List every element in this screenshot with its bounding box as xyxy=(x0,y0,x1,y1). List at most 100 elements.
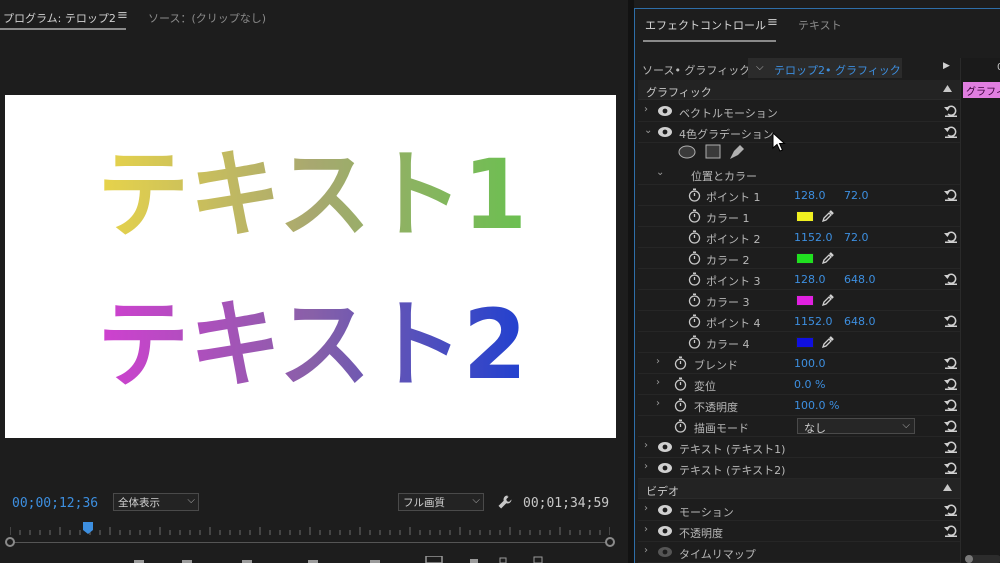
reset-icon[interactable] xyxy=(944,503,958,516)
reset-icon[interactable] xyxy=(944,461,958,474)
param-blend-mode[interactable]: 描画モード なし ⌵ xyxy=(638,416,960,437)
color-swatch[interactable] xyxy=(796,337,814,348)
reset-icon[interactable] xyxy=(944,524,958,537)
param-value-y[interactable]: 648.0 xyxy=(844,273,876,286)
color-swatch[interactable] xyxy=(796,295,814,306)
tab-effect-controls[interactable]: エフェクトコントロール xyxy=(645,17,766,33)
eyedropper-icon[interactable] xyxy=(821,293,835,307)
param-value-x[interactable]: 1152.0 xyxy=(794,231,833,244)
effect-four-color-gradient[interactable]: ⌄ 4色グラデーション xyxy=(638,122,960,143)
ellipse-mask-icon[interactable] xyxy=(678,145,696,159)
stopwatch-icon[interactable] xyxy=(688,314,701,328)
param-value-y[interactable]: 648.0 xyxy=(844,315,876,328)
section-video[interactable]: ビデオ xyxy=(638,479,960,499)
eye-icon[interactable] xyxy=(658,442,672,452)
chevron-right-icon[interactable]: › xyxy=(644,104,648,115)
param-color-2[interactable]: カラー 2 xyxy=(638,248,960,269)
effect-text-layer-2[interactable]: › テキスト (テキスト2) xyxy=(638,458,960,479)
eye-icon[interactable] xyxy=(658,106,672,116)
group-position-and-color[interactable]: ⌄ 位置とカラー xyxy=(638,164,960,185)
param-value-x[interactable]: 1152.0 xyxy=(794,315,833,328)
eye-icon[interactable] xyxy=(658,547,672,557)
chevron-right-icon[interactable]: › xyxy=(644,440,648,451)
collapse-up-icon[interactable] xyxy=(943,484,952,491)
chevron-right-icon[interactable]: › xyxy=(656,377,660,388)
color-swatch[interactable] xyxy=(796,211,814,222)
chevron-down-icon[interactable]: ⌄ xyxy=(656,167,664,178)
tab-text[interactable]: テキスト xyxy=(798,17,842,33)
param-blend[interactable]: › ブレンド 100.0 xyxy=(638,353,960,374)
current-timecode[interactable]: 00;00;12;36 xyxy=(12,496,98,511)
reset-icon[interactable] xyxy=(944,230,958,243)
reset-icon[interactable] xyxy=(944,314,958,327)
chevron-right-icon[interactable]: › xyxy=(644,503,648,514)
chevron-right-icon[interactable]: › xyxy=(656,398,660,409)
panel-menu-icon[interactable]: ≡ xyxy=(117,8,128,23)
stopwatch-icon[interactable] xyxy=(688,251,701,265)
param-point-4[interactable]: ポイント 4 1152.0 648.0 xyxy=(638,311,960,332)
time-ruler[interactable] xyxy=(10,521,610,535)
param-value[interactable]: 0.0 % xyxy=(794,378,825,391)
chevron-right-icon[interactable]: › xyxy=(644,524,648,535)
stopwatch-icon[interactable] xyxy=(674,377,687,391)
param-jitter[interactable]: › 変位 0.0 % xyxy=(638,374,960,395)
param-point-3[interactable]: ポイント 3 128.0 648.0 xyxy=(638,269,960,290)
tab-source-monitor[interactable]: ソース：(クリップなし) xyxy=(148,10,266,26)
stopwatch-icon[interactable] xyxy=(688,209,701,223)
chevron-down-icon[interactable]: ⌄ xyxy=(644,125,652,136)
effect-time-remap[interactable]: › タイムリマップ xyxy=(638,542,960,563)
mask-tools[interactable] xyxy=(678,143,758,161)
source-label[interactable]: ソース• グラフィック xyxy=(642,62,750,78)
eyedropper-icon[interactable] xyxy=(821,251,835,265)
effect-timeline[interactable]: 0 グラフィック xyxy=(960,58,1000,563)
stopwatch-icon[interactable] xyxy=(688,335,701,349)
stopwatch-icon[interactable] xyxy=(674,356,687,370)
scroll-handle-left[interactable] xyxy=(5,537,15,547)
reset-icon[interactable] xyxy=(944,188,958,201)
reset-icon[interactable] xyxy=(944,440,958,453)
eye-icon[interactable] xyxy=(658,526,672,536)
stopwatch-icon[interactable] xyxy=(674,419,687,433)
play-only-clip-audio-icon[interactable]: ▶ xyxy=(943,61,950,71)
section-graphic[interactable]: グラフィック xyxy=(638,80,960,100)
eyedropper-icon[interactable] xyxy=(821,209,835,223)
wrench-icon[interactable] xyxy=(497,494,513,510)
color-swatch[interactable] xyxy=(796,253,814,264)
timeline-clip-bar[interactable]: グラフィック xyxy=(963,82,1000,98)
eye-icon[interactable] xyxy=(658,505,672,515)
chevron-right-icon[interactable]: › xyxy=(644,545,648,556)
tab-program-monitor[interactable]: プログラム: テロップ2 xyxy=(3,10,116,26)
reset-icon[interactable] xyxy=(944,356,958,369)
effect-text-layer-1[interactable]: › テキスト (テキスト1) xyxy=(638,437,960,458)
effect-opacity[interactable]: › 不透明度 xyxy=(638,521,960,542)
stopwatch-icon[interactable] xyxy=(688,230,701,244)
collapse-up-icon[interactable] xyxy=(943,85,952,92)
scroll-handle[interactable] xyxy=(965,555,973,563)
reset-icon[interactable] xyxy=(944,419,958,432)
reset-icon[interactable] xyxy=(944,272,958,285)
effect-motion[interactable]: › モーション xyxy=(638,500,960,521)
param-value-x[interactable]: 128.0 xyxy=(794,189,826,202)
playhead-icon[interactable] xyxy=(83,522,93,534)
reset-icon[interactable] xyxy=(944,125,958,138)
eye-icon[interactable] xyxy=(658,127,672,137)
reset-icon[interactable] xyxy=(944,398,958,411)
param-point-2[interactable]: ポイント 2 1152.0 72.0 xyxy=(638,227,960,248)
param-color-3[interactable]: カラー 3 xyxy=(638,290,960,311)
effect-vector-motion[interactable]: › ベクトルモーション xyxy=(638,101,960,122)
stopwatch-icon[interactable] xyxy=(688,272,701,286)
rectangle-mask-icon[interactable] xyxy=(705,144,721,159)
reset-icon[interactable] xyxy=(944,377,958,390)
reset-icon[interactable] xyxy=(944,104,958,117)
timeline-scrollbar[interactable] xyxy=(965,555,1000,563)
chevron-right-icon[interactable]: › xyxy=(644,461,648,472)
param-value-x[interactable]: 128.0 xyxy=(794,273,826,286)
param-value-y[interactable]: 72.0 xyxy=(844,231,869,244)
stopwatch-icon[interactable] xyxy=(688,188,701,202)
clip-selector[interactable]: ⌵ テロップ2• グラフィック xyxy=(748,58,902,78)
zoom-scroll-bar[interactable] xyxy=(10,542,610,543)
eyedropper-icon[interactable] xyxy=(821,335,835,349)
pen-mask-icon[interactable] xyxy=(730,145,744,159)
param-opacity[interactable]: › 不透明度 100.0 % xyxy=(638,395,960,416)
video-preview[interactable]: テキスト1 テキスト2 xyxy=(5,95,616,438)
